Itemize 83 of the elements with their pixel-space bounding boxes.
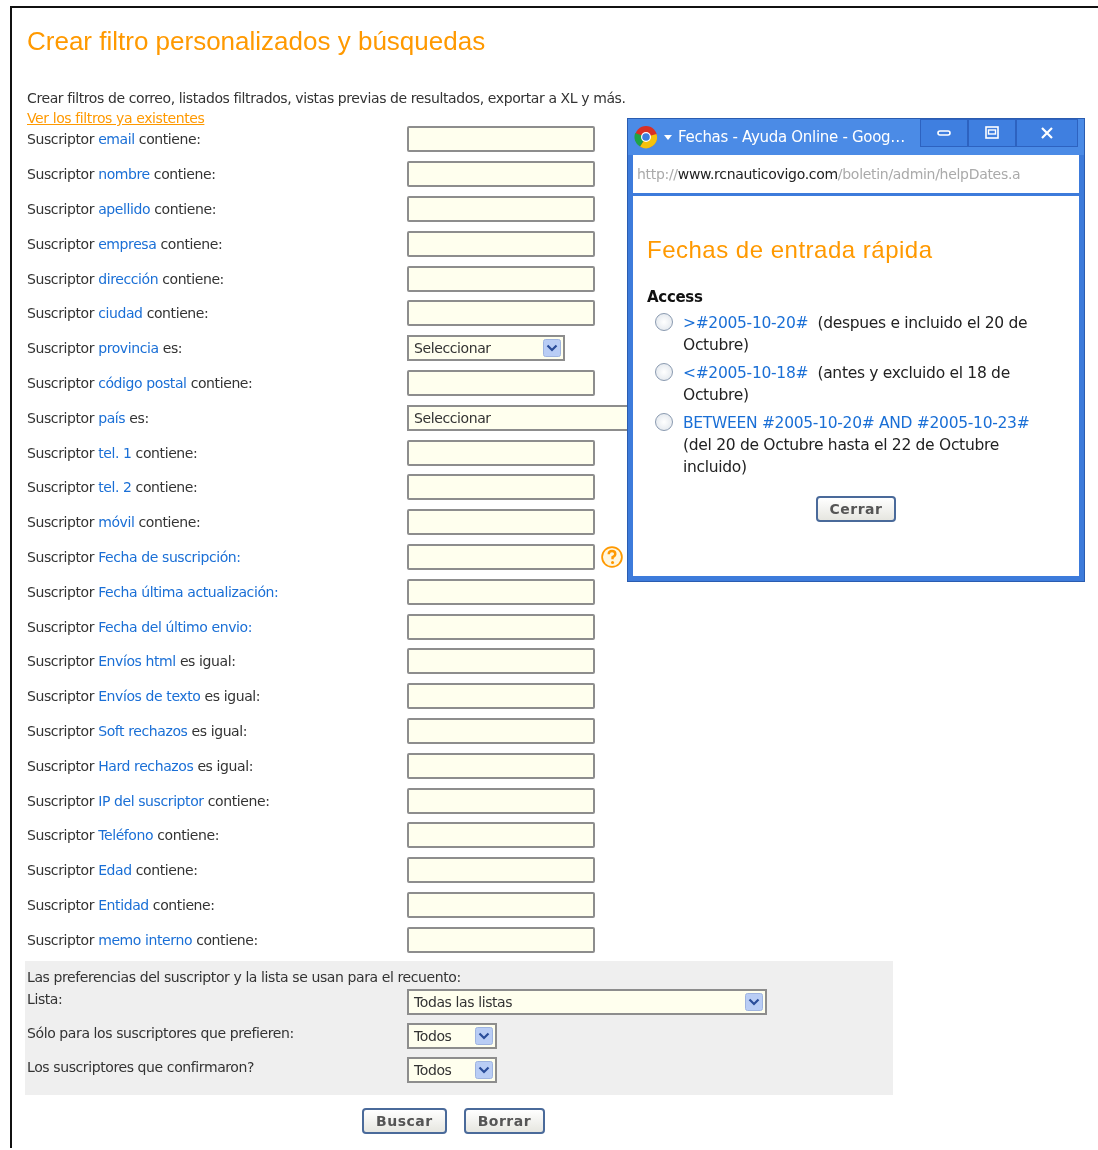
chevron-down-icon	[745, 993, 763, 1012]
form-button[interactable]: Buscar	[362, 1108, 447, 1135]
text-field[interactable]	[407, 439, 595, 466]
select-field[interactable]: Todos	[407, 1023, 497, 1050]
filter-label: Suscriptor Fecha última actualización:	[27, 583, 280, 600]
minimize-button[interactable]	[920, 119, 968, 147]
text-field[interactable]	[407, 683, 595, 710]
text-field[interactable]	[407, 613, 595, 640]
text-field[interactable]	[407, 196, 595, 222]
filter-label: Suscriptor nombre contiene:	[27, 166, 217, 183]
chevron-down-icon	[475, 1061, 493, 1080]
filter-label: Suscriptor dirección contiene:	[27, 270, 225, 287]
filter-label: Suscriptor tel. 1 contiene:	[27, 444, 199, 461]
text-field[interactable]	[407, 474, 595, 501]
text-field[interactable]	[407, 752, 595, 779]
filter-label: Suscriptor tel. 2 contiene:	[27, 479, 199, 496]
text-field[interactable]	[407, 126, 595, 153]
filter-label: Suscriptor memo interno contiene:	[27, 931, 259, 948]
popup-heading: Fechas de entrada rápida	[647, 236, 934, 264]
text-field[interactable]	[407, 300, 595, 327]
select-field[interactable]: Todas las listas	[407, 989, 767, 1016]
count-note: Las preferencias del suscriptor y la lista se usan para el recuento:	[27, 968, 462, 988]
help-icon[interactable]	[601, 545, 623, 568]
filter-label: Suscriptor ciudad contiene:	[27, 305, 210, 322]
filter-label: Suscriptor provincia es:	[27, 340, 184, 357]
option-text: <#2005-10-18# (antes y excluido el 18 de Octubre)	[683, 363, 1011, 406]
maximize-button[interactable]	[968, 119, 1016, 147]
filter-label: Suscriptor Hard rechazos es igual:	[27, 757, 254, 774]
text-field[interactable]	[407, 787, 595, 814]
text-field[interactable]	[407, 648, 595, 675]
date-code-link[interactable]: >#2005-10-20#	[683, 314, 809, 332]
minimize-icon	[937, 130, 951, 136]
description-text: Crear filtros de correo, listados filtrados, vistas previas de resultados, exportar a XL y más.	[27, 89, 627, 108]
filter-label: Suscriptor Teléfono contiene:	[27, 827, 220, 844]
option-text: >#2005-10-20# (despues e incluido el 20 de Octubre)	[683, 313, 1029, 356]
text-field[interactable]	[407, 822, 595, 849]
chevron-down-icon	[475, 1027, 493, 1046]
text-field[interactable]	[407, 926, 595, 953]
select-field[interactable]: Todos	[407, 1057, 497, 1084]
text-field[interactable]	[407, 891, 595, 918]
text-field[interactable]	[407, 161, 595, 188]
radio-button[interactable]	[655, 413, 673, 431]
filter-label: Suscriptor Entidad contiene:	[27, 896, 216, 913]
filter-label: Suscriptor Fecha del último envio:	[27, 618, 254, 635]
text-field[interactable]	[407, 578, 595, 605]
select-field[interactable]: Seleccionar	[407, 335, 565, 362]
radio-button[interactable]	[655, 363, 673, 381]
text-field[interactable]	[407, 230, 595, 257]
section-title: Access	[647, 288, 704, 306]
text-field[interactable]	[407, 543, 595, 570]
close-icon	[1039, 125, 1055, 141]
chevron-down-icon	[543, 339, 561, 358]
close-button[interactable]	[1016, 119, 1078, 147]
address-bar[interactable]: http://www.rcnauticovigo.com/boletin/admin/helpDates.a	[633, 155, 1079, 196]
filter-label: Suscriptor país es:	[27, 409, 150, 426]
filter-label: Suscriptor móvil contiene:	[27, 514, 202, 531]
text-field[interactable]	[407, 857, 595, 884]
filter-label: Suscriptor Envíos html es igual:	[27, 653, 237, 670]
filter-label: Suscriptor email contiene:	[27, 131, 202, 148]
text-field[interactable]	[407, 509, 595, 536]
filter-label: Suscriptor IP del suscriptor contiene:	[27, 792, 271, 809]
filter-label: Suscriptor empresa contiene:	[27, 235, 224, 252]
filter-label: Suscriptor código postal contiene:	[27, 374, 254, 391]
caret-icon[interactable]	[664, 134, 672, 140]
filter-label: Suscriptor Envíos de texto es igual:	[27, 688, 262, 705]
multicolor-circle-icon[interactable]	[634, 125, 658, 149]
text-field[interactable]	[407, 265, 595, 292]
radio-button[interactable]	[655, 313, 673, 331]
close-dialog-button[interactable]: Cerrar	[815, 496, 897, 522]
filter-label: Suscriptor Edad contiene:	[27, 862, 199, 879]
filter-label: Suscriptor apellido contiene:	[27, 201, 217, 217]
filter-label: Suscriptor Soft rechazos es igual:	[27, 722, 249, 739]
text-field[interactable]	[407, 717, 595, 744]
option-label: Los suscriptores que confirmaron?	[27, 1058, 256, 1076]
option-label: Sólo para los suscriptores que prefieren:	[27, 1024, 295, 1042]
window-title: Fechas - Ayuda Online - Goog…	[678, 128, 905, 146]
filter-label: Suscriptor Fecha de suscripción:	[27, 548, 242, 565]
maximize-icon	[984, 125, 1000, 141]
date-code-link[interactable]: <#2005-10-18#	[683, 364, 809, 382]
page-title: Crear filtro personalizados y búsquedas	[27, 25, 487, 56]
form-button[interactable]: Borrar	[463, 1108, 546, 1135]
option-label: Lista:	[27, 990, 64, 1008]
text-field[interactable]	[407, 369, 595, 396]
